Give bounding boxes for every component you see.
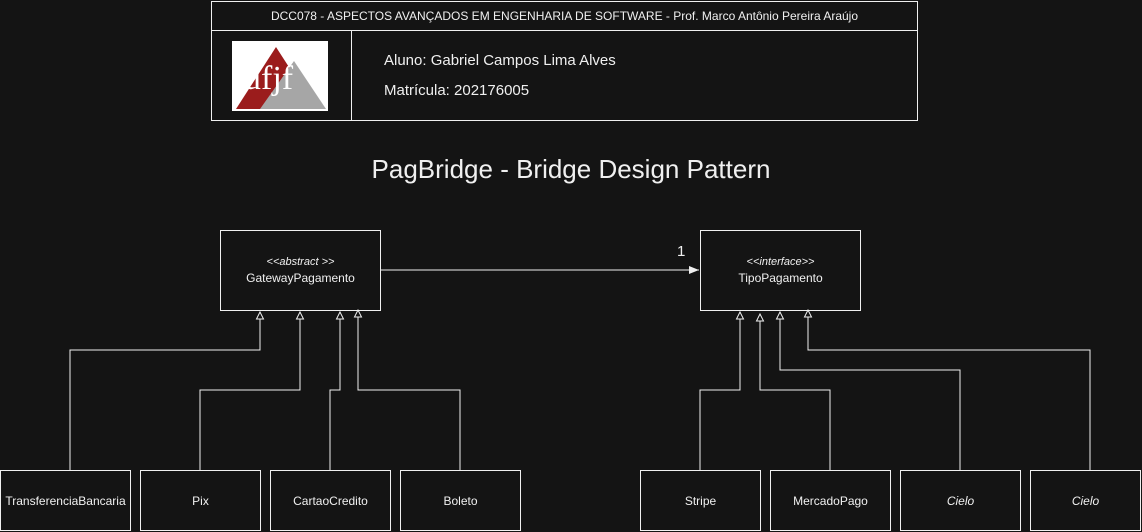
class-name: Cielo [1071, 493, 1100, 508]
realization-mercadopago [760, 314, 831, 470]
realization-cielo-2 [808, 310, 1091, 470]
class-pix[interactable]: Pix [140, 470, 261, 531]
interface-stereotype: <<interface>> [746, 256, 815, 268]
class-name: Stripe [684, 493, 717, 508]
class-gatewaypagamento[interactable]: <<abstract >> GatewayPagamento [220, 230, 381, 311]
class-mercadopago[interactable]: MercadoPago [770, 470, 891, 531]
class-name: TransferenciaBancaria [5, 493, 126, 508]
generalization-boleto [358, 310, 461, 470]
class-cielo-1[interactable]: Cielo [900, 470, 1021, 531]
interface-tipopagamento[interactable]: <<interface>> TipoPagamento [700, 230, 861, 311]
realization-cielo-1 [780, 312, 961, 470]
class-transferenciabancaria[interactable]: TransferenciaBancaria [0, 470, 131, 531]
class-name: Pix [192, 493, 209, 508]
class-stripe[interactable]: Stripe [640, 470, 761, 531]
interface-name: TipoPagamento [738, 271, 823, 285]
association-multiplicity: 1 [677, 243, 686, 260]
realization-stripe [699, 312, 740, 470]
class-name: Boleto [443, 493, 478, 508]
class-boleto[interactable]: Boleto [400, 470, 521, 531]
connector-lines [69, 266, 1091, 470]
generalization-cartao [329, 312, 340, 470]
class-name: MercadoPago [793, 493, 868, 508]
class-name: GatewayPagamento [246, 271, 355, 285]
class-name: CartaoCredito [293, 493, 368, 508]
generalization-pix [199, 312, 300, 470]
class-cielo-2[interactable]: Cielo [1030, 470, 1141, 531]
class-name: Cielo [946, 493, 975, 508]
abstract-stereotype: <<abstract >> [266, 256, 335, 268]
class-cartaocredito[interactable]: CartaoCredito [270, 470, 391, 531]
generalization-transferencia [69, 312, 260, 470]
